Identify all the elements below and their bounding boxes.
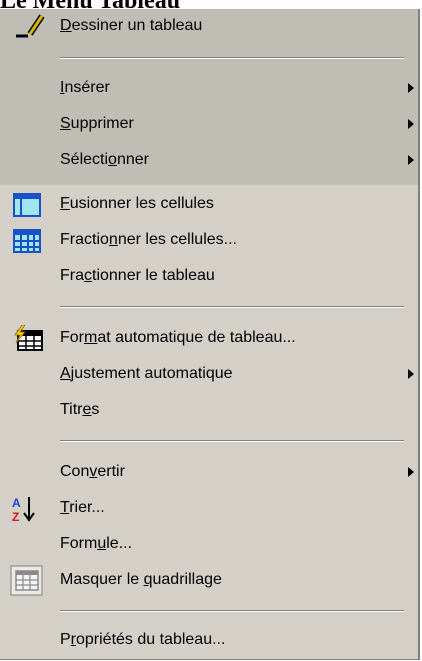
submenu-arrow-icon bbox=[408, 83, 414, 93]
menu-item-delete[interactable]: Supprimer bbox=[0, 107, 418, 143]
svg-text:A: A bbox=[12, 496, 21, 510]
menu-separator bbox=[60, 306, 404, 308]
submenu-arrow-icon bbox=[408, 467, 414, 477]
menu-item-table-properties[interactable]: Propriétés du tableau... bbox=[0, 623, 418, 659]
menu-item-merge-cells[interactable]: Fusionner les cellules bbox=[0, 187, 418, 223]
menu-item-convert[interactable]: Convertir bbox=[0, 455, 418, 491]
menu-item-label: Propriétés du tableau... bbox=[60, 631, 226, 648]
menu-item-label: Trier... bbox=[60, 499, 105, 516]
menu-separator bbox=[60, 610, 404, 612]
submenu-arrow-icon bbox=[408, 369, 414, 379]
menu-item-draw-table[interactable]: Dessiner un tableau bbox=[0, 9, 418, 45]
menu-item-label: Masquer le quadrillage bbox=[60, 571, 222, 588]
menu-item-split-cells[interactable]: Fractionner les cellules... bbox=[0, 223, 418, 259]
svg-text:Z: Z bbox=[12, 510, 19, 524]
table-autoformat-icon bbox=[14, 325, 43, 351]
menu-item-headings[interactable]: Titres bbox=[0, 393, 418, 429]
merge-cells-icon bbox=[13, 193, 41, 217]
menu-item-label: Sélectionner bbox=[60, 151, 149, 168]
menu-separator bbox=[60, 57, 404, 59]
menu-item-label: Dessiner un tableau bbox=[60, 17, 203, 34]
menu-item-label: Supprimer bbox=[60, 115, 134, 132]
menu-item-sort[interactable]: A Z Trier... bbox=[0, 491, 418, 527]
menu-item-table-autoformat[interactable]: Format automatique de tableau... bbox=[0, 321, 418, 357]
menu-separator bbox=[60, 440, 404, 442]
menu-item-label: Fractionner les cellules... bbox=[60, 231, 237, 248]
menu-item-label: Format automatique de tableau... bbox=[60, 329, 296, 346]
gridlines-icon bbox=[10, 565, 43, 596]
menu-item-label: Formule... bbox=[60, 535, 133, 552]
menu-item-label: Fusionner les cellules bbox=[60, 195, 214, 212]
table-menu: Dessiner un tableau Insérer Supprimer Sé… bbox=[0, 9, 420, 660]
menu-item-hide-gridlines[interactable]: Masquer le quadrillage bbox=[0, 563, 418, 599]
submenu-arrow-icon bbox=[408, 155, 414, 165]
submenu-arrow-icon bbox=[408, 119, 414, 129]
menu-item-autofit[interactable]: Ajustement automatique bbox=[0, 357, 418, 393]
menu-item-label: Insérer bbox=[60, 79, 110, 96]
menu-item-label: Fractionner le tableau bbox=[60, 267, 215, 284]
menu-item-split-table[interactable]: Fractionner le tableau bbox=[0, 259, 418, 295]
pencil-icon bbox=[16, 14, 45, 38]
split-cells-icon bbox=[13, 229, 41, 253]
menu-item-label: Convertir bbox=[60, 463, 125, 480]
menu-item-insert[interactable]: Insérer bbox=[0, 71, 418, 107]
sort-az-icon: A Z bbox=[12, 496, 35, 524]
menu-item-label: Ajustement automatique bbox=[60, 365, 233, 382]
menu-item-formula[interactable]: Formule... bbox=[0, 527, 418, 563]
menu-item-select[interactable]: Sélectionner bbox=[0, 143, 418, 179]
menu-item-label: Titres bbox=[60, 401, 100, 418]
